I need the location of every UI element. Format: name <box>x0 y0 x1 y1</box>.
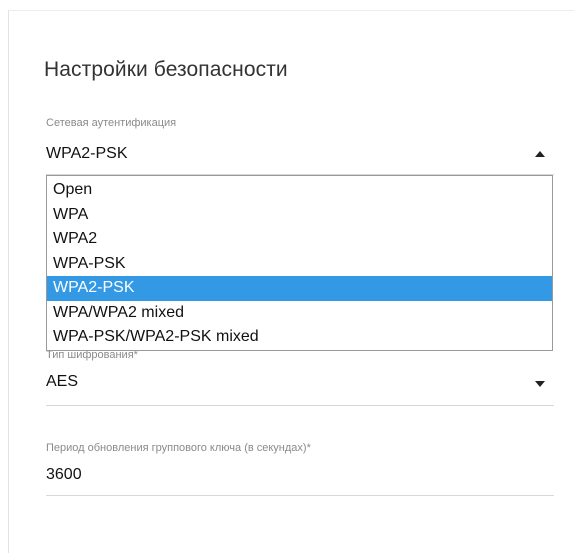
auth-option[interactable]: Open <box>47 178 552 203</box>
auth-option[interactable]: WPA-PSK/WPA2-PSK mixed <box>47 325 552 350</box>
caret-up-icon[interactable] <box>535 151 545 157</box>
group-key-underline <box>46 495 554 496</box>
encryption-value: AES <box>46 373 79 390</box>
encryption-select[interactable] <box>46 368 554 396</box>
auth-option[interactable]: WPA-PSK <box>47 252 552 277</box>
encryption-underline <box>46 405 554 406</box>
caret-down-icon[interactable] <box>535 381 545 387</box>
page-title: Настройки безопасности <box>44 58 288 81</box>
auth-option[interactable]: WPA/WPA2 mixed <box>47 301 552 326</box>
group-key-label: Период обновления группового ключа (в се… <box>46 442 311 454</box>
auth-dropdown-list: Open WPA WPA2 WPA-PSK WPA2-PSK WPA/WPA2 mixed… <box>46 175 553 351</box>
auth-label: Сетевая аутентификация <box>46 117 177 129</box>
auth-option[interactable]: WPA <box>47 203 552 228</box>
auth-option[interactable]: WPA2 <box>47 227 552 252</box>
auth-option[interactable]: WPA2-PSK <box>47 276 552 301</box>
auth-value: WPA2-PSK <box>46 145 128 162</box>
group-key-input[interactable]: 3600 <box>46 466 82 484</box>
